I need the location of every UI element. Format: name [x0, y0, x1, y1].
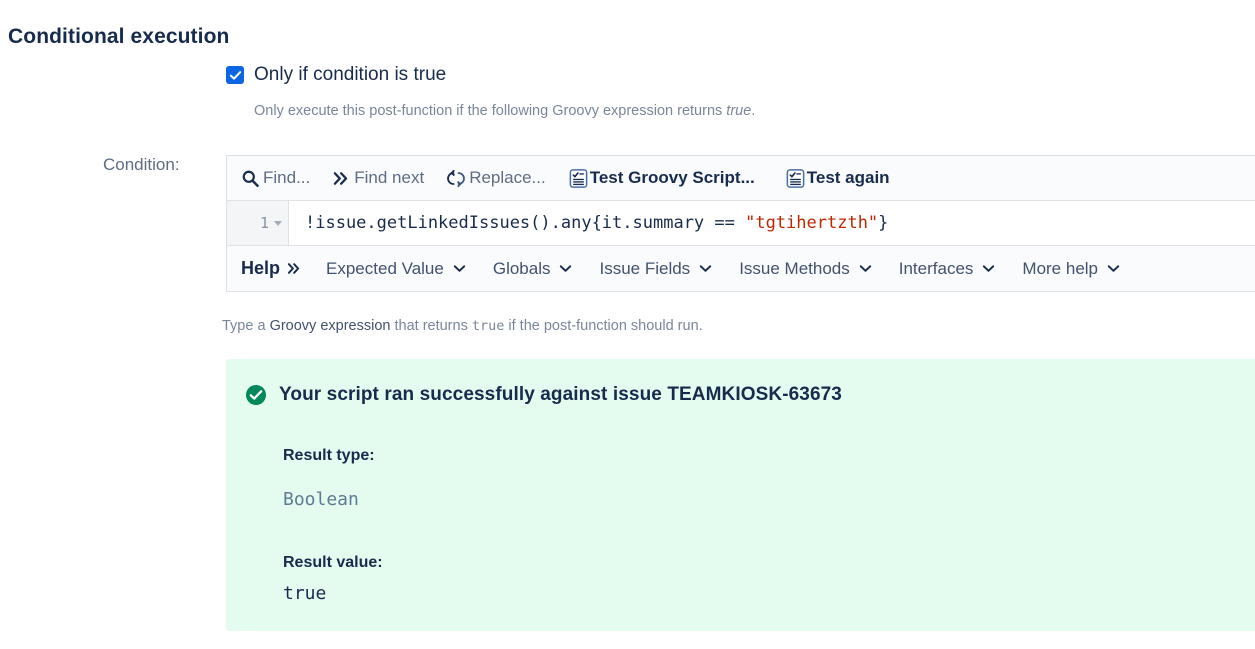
test-groovy-script-button[interactable]: Test Groovy Script... — [568, 168, 755, 189]
code-segment-before-string: !issue.getLinkedIssues().any{it.summary … — [305, 213, 746, 233]
chevron-down-icon — [1106, 261, 1121, 276]
chevron-double-right-icon — [287, 261, 302, 276]
checkbox-description-emphasis: true — [726, 103, 752, 119]
help-menu-interfaces-label: Interfaces — [898, 258, 974, 278]
find-next-button-label: Find next — [354, 168, 425, 187]
help-menu-issue-fields-label: Issue Fields — [599, 258, 691, 278]
line-number-gutter: 1 — [227, 201, 289, 245]
help-menu-expected-value-label: Expected Value — [326, 258, 444, 278]
checkbox-description-suffix: . — [751, 103, 756, 119]
fold-triangle-icon[interactable] — [274, 220, 282, 226]
help-menu-issue-methods[interactable]: Issue Methods — [739, 259, 873, 279]
test-script-icon — [568, 168, 589, 189]
chevron-down-icon — [452, 261, 467, 276]
checkbox-label: Only if condition is true — [254, 64, 447, 85]
help-menu-more-help-label: More help — [1022, 258, 1099, 278]
find-button-label: Find... — [263, 168, 311, 187]
search-icon — [241, 169, 260, 188]
help-menu-issue-fields[interactable]: Issue Fields — [599, 259, 713, 279]
code-segment-after-string: } — [878, 213, 889, 233]
test-again-button-label: Test again — [806, 168, 890, 187]
checkbox-description: Only execute this post-function if the f… — [254, 103, 755, 119]
line-number: 1 — [259, 214, 269, 232]
chevron-double-right-icon — [332, 169, 351, 188]
test-again-button[interactable]: Test again — [785, 168, 890, 189]
chevron-down-icon — [858, 261, 873, 276]
help-toggle[interactable]: Help — [241, 258, 302, 279]
help-menu-interfaces[interactable]: Interfaces — [899, 259, 997, 279]
help-menu-globals-label: Globals — [492, 258, 551, 278]
result-panel-header: Your script ran successfully against iss… — [245, 384, 842, 406]
code-line-1[interactable]: !issue.getLinkedIssues().any{it.summary … — [289, 201, 1255, 245]
chevron-down-icon — [981, 261, 996, 276]
chevron-down-icon — [558, 261, 573, 276]
result-value-label: Result value: — [283, 554, 383, 571]
hint-prefix: Type a — [222, 318, 270, 334]
replace-swap-icon — [446, 169, 466, 188]
editor-hint: Type a Groovy expression that returns tr… — [222, 318, 703, 334]
help-bar: Help Expected Value Globals Issue Fields — [227, 246, 1255, 292]
replace-button[interactable]: Replace... — [446, 168, 546, 188]
chevron-down-icon — [698, 261, 713, 276]
test-groovy-script-button-label: Test Groovy Script... — [589, 168, 755, 187]
page-title: Conditional execution — [8, 25, 230, 48]
groovy-script-editor: Find... Find next Replace... Test Groovy… — [226, 155, 1255, 292]
editor-toolbar: Find... Find next Replace... Test Groovy… — [227, 156, 1255, 201]
replace-button-label: Replace... — [469, 168, 546, 187]
find-button[interactable]: Find... — [241, 168, 310, 188]
test-script-icon — [785, 168, 806, 189]
hint-middle: that returns — [390, 318, 472, 334]
hint-mono-true: true — [471, 318, 505, 334]
result-type-label: Result type: — [283, 447, 375, 464]
groovy-expression-link[interactable]: Groovy expression — [270, 318, 391, 334]
condition-field-label: Condition: — [103, 155, 180, 174]
help-menu-globals[interactable]: Globals — [493, 259, 574, 279]
result-type-value: Boolean — [283, 489, 359, 510]
result-value-value: true — [283, 583, 327, 604]
hint-suffix: if the post-function should run. — [504, 318, 703, 334]
find-next-button[interactable]: Find next — [332, 168, 424, 188]
result-panel-title: Your script ran successfully against iss… — [279, 384, 842, 405]
checkbox-checked-icon[interactable] — [226, 66, 244, 84]
help-menu-issue-methods-label: Issue Methods — [739, 258, 850, 278]
code-editor-area[interactable]: 1 !issue.getLinkedIssues().any{it.summar… — [227, 201, 1255, 246]
check-circle-icon — [245, 384, 267, 406]
only-if-condition-checkbox-row[interactable]: Only if condition is true — [226, 64, 446, 86]
code-string-literal: "tgtihertzth" — [745, 213, 879, 233]
checkbox-description-prefix: Only execute this post-function if the f… — [254, 103, 727, 119]
script-result-panel: Your script ran successfully against iss… — [226, 359, 1255, 631]
help-menu-expected-value[interactable]: Expected Value — [326, 259, 467, 279]
help-menu-more-help[interactable]: More help — [1022, 259, 1121, 279]
help-label: Help — [241, 258, 281, 278]
